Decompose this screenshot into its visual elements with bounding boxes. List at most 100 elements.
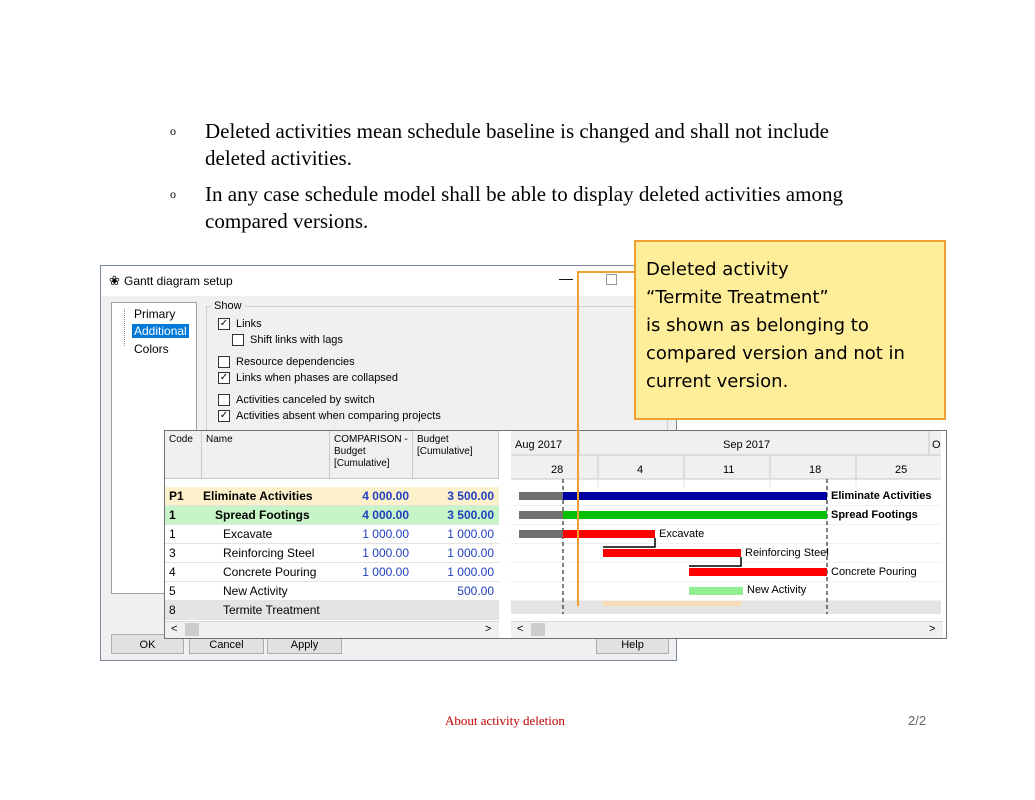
table-row[interactable]: 4 Concrete Pouring 1 000.00 1 000.00: [165, 563, 499, 582]
baseline-bar: [519, 511, 563, 519]
bullet-text: Deleted activities mean schedule baselin…: [205, 119, 829, 170]
day-label: 18: [809, 464, 821, 476]
footer-title: About activity deletion: [445, 713, 565, 728]
bullet-marker: o: [170, 187, 176, 201]
tree-connector: [124, 309, 125, 346]
checkbox[interactable]: ✓: [218, 318, 230, 330]
table-row[interactable]: 5 New Activity 500.00: [165, 582, 499, 601]
callout-line-text: compared version and not in: [646, 343, 905, 364]
cell-comparison: [331, 582, 409, 600]
bullet-item: o In any case schedule model shall be ab…: [170, 181, 890, 235]
table-row[interactable]: 1 Excavate 1 000.00 1 000.00: [165, 525, 499, 544]
cell-budget: 1 000.00: [447, 565, 494, 579]
table-row[interactable]: 3 Reinforcing Steel 1 000.00 1 000.00: [165, 544, 499, 563]
column-header-budget[interactable]: Budget [Cumulative]: [413, 431, 499, 479]
header-line: [Cumulative]: [417, 446, 473, 457]
cell-name: Spread Footings: [215, 508, 310, 522]
cell-name: Reinforcing Steel: [223, 546, 315, 560]
cell-comparison: 1 000.00: [362, 546, 409, 560]
header-line: Budget: [334, 446, 366, 457]
checkbox[interactable]: ✓: [218, 372, 230, 384]
month-label-aug: Aug 2017: [515, 439, 562, 451]
checkbox[interactable]: [232, 334, 244, 346]
cell-code: P1: [169, 489, 184, 503]
callout-line-text: is shown as belonging to: [646, 315, 869, 336]
checkbox[interactable]: [218, 356, 230, 368]
cell-comparison: 4 000.00: [362, 489, 409, 503]
cell-budget: 1 000.00: [447, 546, 494, 560]
cell-code: 5: [169, 584, 176, 598]
scroll-right-arrow[interactable]: >: [485, 623, 491, 635]
tree-item-additional[interactable]: Additional: [132, 324, 189, 338]
cell-code: 1: [169, 508, 176, 522]
header-line: [Cumulative]: [334, 458, 390, 469]
day-label: 28: [551, 464, 563, 476]
bar-label: New Activity: [747, 584, 807, 596]
bar-label: Concrete Pouring: [831, 566, 917, 578]
table-row[interactable]: 1 Spread Footings 4 000.00 3 500.00: [165, 506, 499, 525]
bullet-marker: o: [170, 124, 176, 138]
callout-line: [577, 271, 634, 606]
gear-flower-icon: ❀: [109, 273, 120, 288]
cell-comparison: 1 000.00: [362, 527, 409, 541]
option-shift-links[interactable]: Shift links with lags: [232, 334, 343, 346]
cell-name: Concrete Pouring: [223, 565, 317, 579]
column-header-code[interactable]: Code: [165, 431, 202, 479]
cell-comparison: [331, 601, 409, 619]
day-label: 11: [723, 464, 734, 476]
bullet-list: o Deleted activities mean schedule basel…: [170, 118, 890, 244]
callout-connector: [577, 271, 634, 606]
cell-name: Eliminate Activities: [203, 489, 313, 503]
cell-budget: 500.00: [457, 584, 494, 598]
option-activities-canceled[interactable]: Activities canceled by switch: [218, 394, 375, 406]
option-links-phases-collapsed[interactable]: ✓ Links when phases are collapsed: [218, 372, 398, 384]
column-header-comparison[interactable]: COMPARISON - Budget [Cumulative]: [330, 431, 413, 479]
cell-budget: 3 500.00: [447, 489, 494, 503]
page-number: 2/2: [908, 713, 927, 728]
chart-scrollbar[interactable]: < >: [511, 621, 943, 638]
activity-bar-concrete: [689, 568, 827, 576]
activity-table: Code Name COMPARISON - Budget [Cumulativ…: [165, 431, 499, 620]
table-row[interactable]: 8 Termite Treatment: [165, 601, 499, 620]
cell-budget: 3 500.00: [447, 508, 494, 522]
checkbox[interactable]: [218, 394, 230, 406]
cell-code: 1: [169, 527, 176, 541]
column-header-name[interactable]: Name: [202, 431, 330, 479]
option-label: Links when phases are collapsed: [236, 372, 399, 384]
option-label: Activities absent when comparing project…: [236, 410, 441, 422]
bar-label: Spread Footings: [831, 509, 918, 521]
callout-line-text: Deleted activity: [646, 259, 789, 280]
scroll-left-arrow[interactable]: <: [171, 623, 177, 635]
baseline-bar: [519, 530, 563, 538]
activity-bar-new: [689, 587, 743, 595]
callout-line-text: current version.: [646, 371, 789, 392]
tree-item-colors[interactable]: Colors: [132, 342, 171, 356]
table-row[interactable]: P1 Eliminate Activities 4 000.00 3 500.00: [165, 487, 499, 506]
cell-name: Termite Treatment: [223, 603, 320, 617]
scroll-thumb[interactable]: [185, 623, 199, 636]
cell-comparison: 1 000.00: [362, 565, 409, 579]
dialog-title: Gantt diagram setup: [124, 274, 233, 288]
bar-label: Reinforcing Steel: [745, 547, 829, 559]
option-label: Shift links with lags: [250, 334, 343, 346]
option-links[interactable]: ✓ Links: [218, 318, 262, 330]
table-scrollbar[interactable]: < >: [165, 621, 499, 638]
cell-name: New Activity: [223, 584, 288, 598]
scroll-left-arrow[interactable]: <: [517, 623, 523, 635]
option-activities-absent[interactable]: ✓ Activities absent when comparing projec…: [218, 410, 441, 422]
cell-budget: [414, 601, 494, 619]
option-label: Activities canceled by switch: [236, 394, 375, 406]
bar-label: Eliminate Activities: [831, 490, 931, 502]
month-label-oct: Oc: [932, 439, 941, 451]
tree-item-primary[interactable]: Primary: [132, 307, 177, 321]
scroll-right-arrow[interactable]: >: [929, 623, 935, 635]
option-resource-dependencies[interactable]: Resource dependencies: [218, 356, 355, 368]
header-line: Budget: [417, 434, 449, 445]
checkbox[interactable]: ✓: [218, 410, 230, 422]
cell-comparison: 4 000.00: [362, 508, 409, 522]
scroll-thumb[interactable]: [531, 623, 545, 636]
show-group-label: Show: [211, 300, 245, 312]
day-label: 25: [895, 464, 907, 476]
baseline-bar: [519, 492, 563, 500]
cell-name: Excavate: [223, 527, 273, 541]
